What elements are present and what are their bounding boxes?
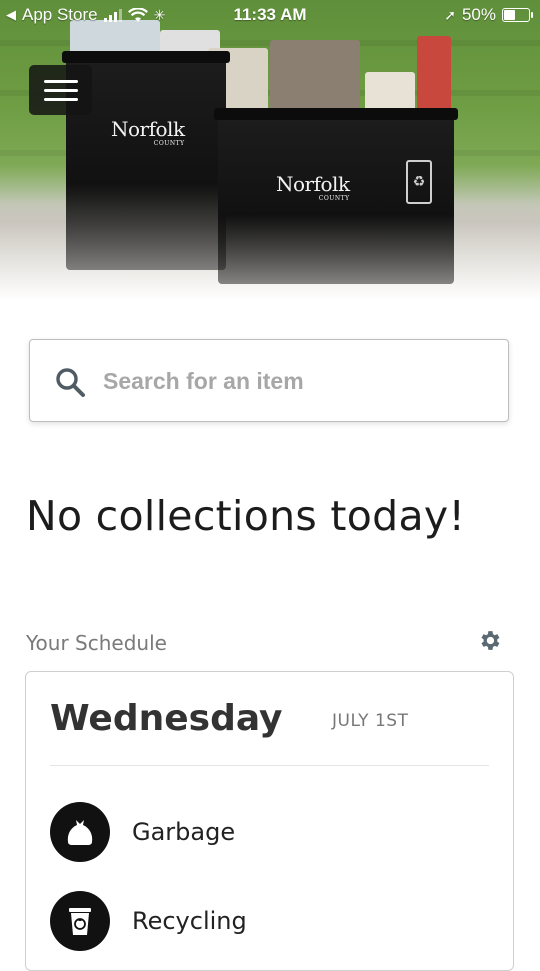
garbage-bag-icon [50, 802, 110, 862]
bin-brand-sub: COUNTY [153, 140, 185, 147]
bin-brand-sub: COUNTY [318, 195, 350, 202]
bin-logo: Norfolk COUNTY [111, 119, 185, 147]
search-placeholder: Search for an item [103, 368, 304, 394]
bin-brand-text: Norfolk [276, 172, 350, 196]
recycling-bin-icon [50, 891, 110, 951]
status-bar: ◀ App Store ✳ 11:33 AM ➚ 50% [0, 0, 540, 32]
hamburger-menu-button[interactable] [29, 65, 92, 115]
recycle-symbol-icon: ♻ [406, 160, 432, 204]
recycling-bin-right: Norfolk COUNTY ♻ [214, 108, 458, 284]
schedule-item-label: Garbage [132, 818, 236, 846]
schedule-item-recycling[interactable]: Recycling [50, 891, 247, 951]
battery-icon [502, 8, 533, 22]
bin-logo: Norfolk COUNTY [276, 174, 350, 202]
battery-percent: 50% [461, 5, 496, 24]
gear-icon[interactable] [477, 628, 502, 653]
newspaper-pile [270, 40, 360, 115]
battery-fill [504, 10, 515, 20]
bin-rim [62, 51, 230, 63]
menu-line [43, 79, 78, 83]
hero-banner: Norfolk COUNTY Norfolk COUNTY ♻ [0, 0, 540, 300]
search-icon [56, 368, 85, 397]
bin-brand-text: Norfolk [111, 117, 185, 141]
schedule-day: Wednesday [50, 698, 283, 739]
location-arrow-icon: ➚ [444, 6, 456, 23]
menu-line [43, 88, 78, 92]
schedule-card[interactable]: Wednesday JULY 1ST Garbage Recycling [25, 671, 514, 971]
collection-status-headline: No collections today! [26, 492, 466, 540]
search-input[interactable]: Search for an item [29, 339, 509, 422]
schedule-item-label: Recycling [132, 907, 247, 935]
card-divider [50, 765, 489, 766]
menu-line [43, 97, 78, 101]
schedule-date: JULY 1ST [332, 711, 409, 731]
bin-rim [214, 108, 458, 120]
cardboard-box-red [417, 36, 451, 114]
schedule-label: Your Schedule [26, 631, 167, 655]
schedule-item-garbage[interactable]: Garbage [50, 802, 235, 862]
